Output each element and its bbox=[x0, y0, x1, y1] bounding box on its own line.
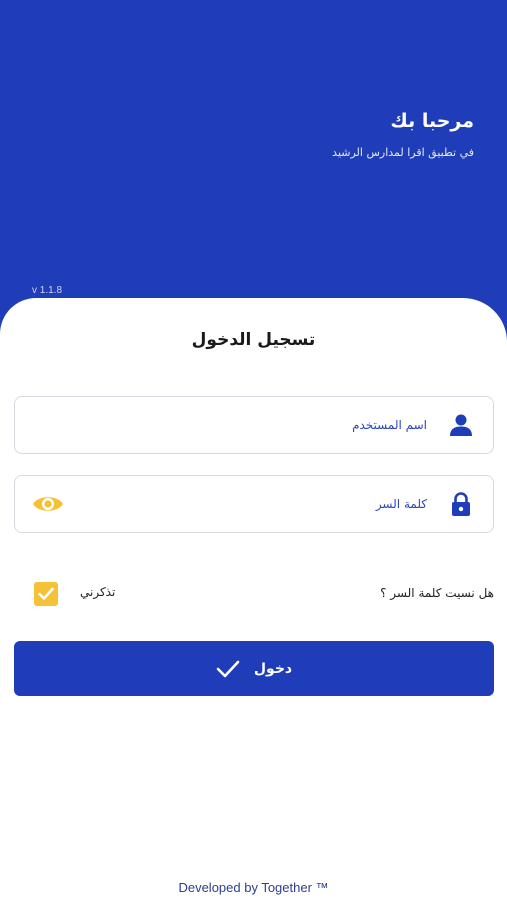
username-input[interactable] bbox=[127, 397, 427, 453]
remember-me[interactable]: تذكرني bbox=[34, 582, 115, 606]
username-field[interactable] bbox=[14, 396, 494, 454]
login-button[interactable]: دخول bbox=[14, 641, 494, 696]
remember-label: تذكرني bbox=[80, 585, 116, 599]
welcome-title: مرحبا بك bbox=[390, 110, 474, 132]
eye-icon[interactable] bbox=[32, 492, 64, 516]
login-button-label: دخول bbox=[253, 660, 293, 677]
app-version: v 1.1.8 bbox=[32, 285, 63, 296]
header-banner: مرحبا بك في تطبيق اقرا لمدارس الرشيد v 1… bbox=[0, 0, 507, 340]
remember-checkbox[interactable] bbox=[34, 582, 58, 606]
welcome-subtitle: في تطبيق اقرا لمدارس الرشيد bbox=[332, 146, 474, 159]
developer-credit: Developed by Together ™ bbox=[178, 880, 329, 895]
password-input[interactable] bbox=[127, 476, 427, 532]
checkmark-icon bbox=[216, 660, 240, 677]
forgot-password-link[interactable]: هل نسيت كلمة السر ؟ bbox=[380, 586, 494, 600]
checkbox-check-icon bbox=[38, 587, 54, 600]
login-title: تسجيل الدخول bbox=[191, 330, 316, 350]
user-icon bbox=[450, 414, 472, 436]
lock-icon bbox=[452, 492, 470, 516]
password-field[interactable] bbox=[14, 475, 494, 533]
